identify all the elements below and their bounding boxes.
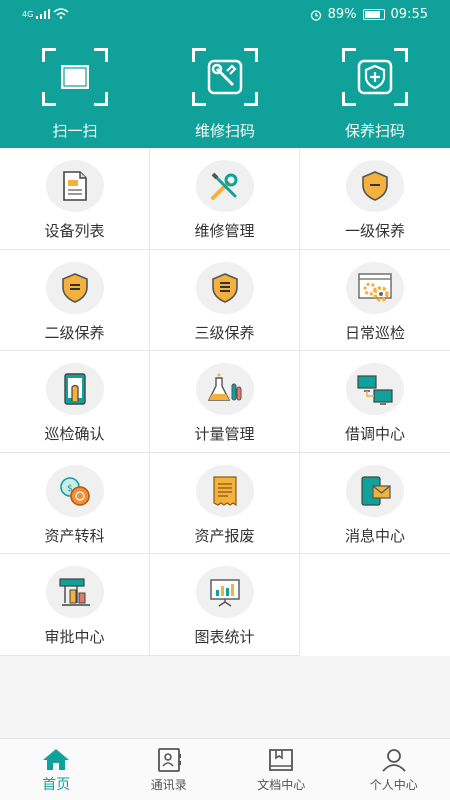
grid-item-asset-transfer[interactable]: $ 资产转科	[0, 452, 150, 555]
scan-header: 扫一扫 维修扫码 保养扫码	[0, 30, 450, 148]
contacts-icon	[157, 748, 181, 772]
grid-item-label: 计量管理	[194, 425, 255, 444]
maintain-scan-button[interactable]: 保养扫码	[300, 30, 450, 148]
scan-button[interactable]: 扫一扫	[0, 30, 150, 148]
tab-documents-label: 文档中心	[257, 778, 306, 792]
grid-item-approval-center[interactable]: 审批中心	[0, 554, 150, 656]
grid-item-metering-management[interactable]: 计量管理	[150, 351, 300, 453]
repair-scan-button[interactable]: 维修扫码	[150, 30, 300, 148]
shield-level2-icon	[45, 261, 104, 314]
grid-item-label: 消息中心	[344, 526, 405, 545]
clock: 09:55	[390, 7, 428, 22]
scan-icon	[42, 48, 108, 106]
chart-board-icon	[195, 566, 254, 619]
grid-item-loan-center[interactable]: 借调中心	[300, 351, 450, 453]
repair-scan-label: 维修扫码	[194, 122, 255, 140]
tab-profile-label: 个人中心	[369, 778, 418, 792]
grid-item-repair-management[interactable]: 维修管理	[150, 148, 300, 250]
battery-percent: 89%	[327, 7, 357, 22]
network-type: 4G	[22, 10, 34, 19]
grid-item-label: 资产报废	[194, 526, 255, 545]
tab-documents[interactable]: 文档中心	[225, 739, 338, 800]
grid-item-message-center[interactable]: 消息中心	[300, 452, 450, 555]
approval-icon	[45, 566, 104, 619]
flask-icon	[195, 363, 254, 416]
grid-item-level1-maintenance[interactable]: 一级保养	[300, 148, 450, 250]
grid-item-label: 借调中心	[344, 425, 405, 444]
grid-empty-cell	[300, 554, 450, 656]
receipt-icon	[195, 464, 254, 517]
scan-label: 扫一扫	[52, 122, 98, 140]
function-grid: 设备列表 维修管理 一级保养 二级保养 三级保养 日常巡检 巡检确认 计量管理 …	[0, 148, 450, 656]
person-icon	[382, 749, 406, 772]
grid-item-chart-statistics[interactable]: 图表统计	[150, 554, 300, 656]
tab-home-label: 首页	[42, 777, 71, 793]
tab-contacts[interactable]: 通讯录	[113, 739, 226, 800]
bottom-tab-bar: 首页 通讯录 文档中心 个人中心	[0, 738, 450, 800]
coins-icon: $	[45, 464, 104, 517]
status-right: 89% 09:55	[310, 7, 428, 22]
grid-item-level2-maintenance[interactable]: 二级保养	[0, 249, 150, 352]
maintain-scan-label: 保养扫码	[344, 122, 405, 140]
grid-item-label: 二级保养	[44, 323, 105, 342]
book-icon	[269, 749, 294, 771]
grid-item-inspection-confirm[interactable]: 巡检确认	[0, 351, 150, 453]
status-bar: 4G 89% 09:55	[0, 0, 450, 30]
grid-item-label: 图表统计	[194, 628, 255, 647]
signal-indicators: 4G	[22, 8, 69, 19]
grid-item-label: 维修管理	[194, 222, 255, 240]
tab-home[interactable]: 首页	[0, 739, 113, 800]
grid-item-daily-inspection[interactable]: 日常巡检	[300, 249, 450, 352]
battery-icon	[362, 9, 385, 20]
grid-item-label: 日常巡检	[344, 323, 405, 342]
grid-item-level3-maintenance[interactable]: 三级保养	[150, 249, 300, 352]
grid-item-label: 巡检确认	[44, 425, 105, 444]
maintain-scan-icon	[342, 48, 408, 106]
message-icon	[346, 464, 404, 517]
gears-icon	[346, 261, 404, 314]
grid-item-label: 审批中心	[44, 628, 105, 647]
repair-scan-icon	[192, 48, 258, 106]
grid-item-label: 设备列表	[44, 222, 105, 240]
computers-icon	[346, 363, 404, 416]
document-icon	[45, 160, 104, 212]
wifi-icon	[53, 8, 69, 19]
tablet-confirm-icon	[45, 363, 104, 416]
tab-contacts-label: 通讯录	[150, 778, 187, 792]
shield-level1-icon	[346, 160, 404, 212]
tab-profile[interactable]: 个人中心	[338, 739, 450, 800]
tools-icon	[195, 160, 254, 212]
grid-item-label: 一级保养	[344, 222, 405, 240]
grid-item-label: 资产转科	[44, 526, 105, 545]
alarm-icon	[310, 9, 321, 21]
shield-level3-icon	[195, 261, 254, 314]
grid-item-asset-scrap[interactable]: 资产报废	[150, 452, 300, 555]
grid-item-device-list[interactable]: 设备列表	[0, 148, 150, 250]
signal-icon	[36, 9, 51, 19]
grid-item-label: 三级保养	[194, 323, 255, 342]
home-icon	[43, 749, 70, 770]
